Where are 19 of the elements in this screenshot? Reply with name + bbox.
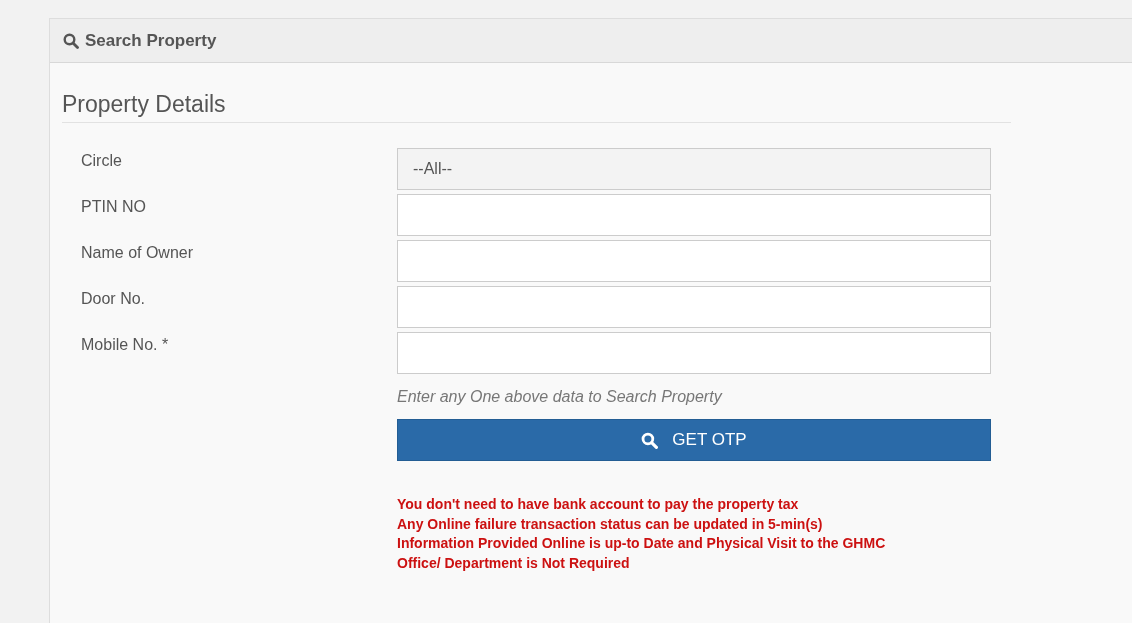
input-field[interactable] — [397, 194, 991, 236]
field-label: Circle — [81, 151, 123, 171]
notice-text: You don't need to have bank account to pay the property tax — [397, 495, 800, 514]
search-icon — [63, 32, 79, 49]
input-field[interactable] — [397, 240, 991, 282]
input-field[interactable] — [397, 286, 991, 328]
input-field[interactable] — [397, 332, 991, 374]
field-label: PTIN NO — [81, 197, 147, 217]
section-title: Property Details — [62, 91, 1011, 123]
notice-text: Any Online failure transaction status can be updated in 5-min(s) — [397, 514, 824, 534]
panel-title: Search Property — [85, 30, 217, 51]
notice-text: Information Provided Online is up-to Date and Physical Visit to the GHMC Office/ Department is Not Required — [397, 534, 887, 573]
select-field[interactable]: --All-- — [397, 148, 991, 190]
search-icon — [641, 431, 659, 449]
field-label: Mobile No. * — [81, 335, 170, 355]
field-label: Name of Owner — [81, 243, 195, 263]
get-otp-button[interactable]: GET OTP — [397, 419, 991, 461]
field-label: Door No. — [81, 289, 147, 309]
hint-text: Enter any One above data to Search Property — [397, 388, 724, 406]
